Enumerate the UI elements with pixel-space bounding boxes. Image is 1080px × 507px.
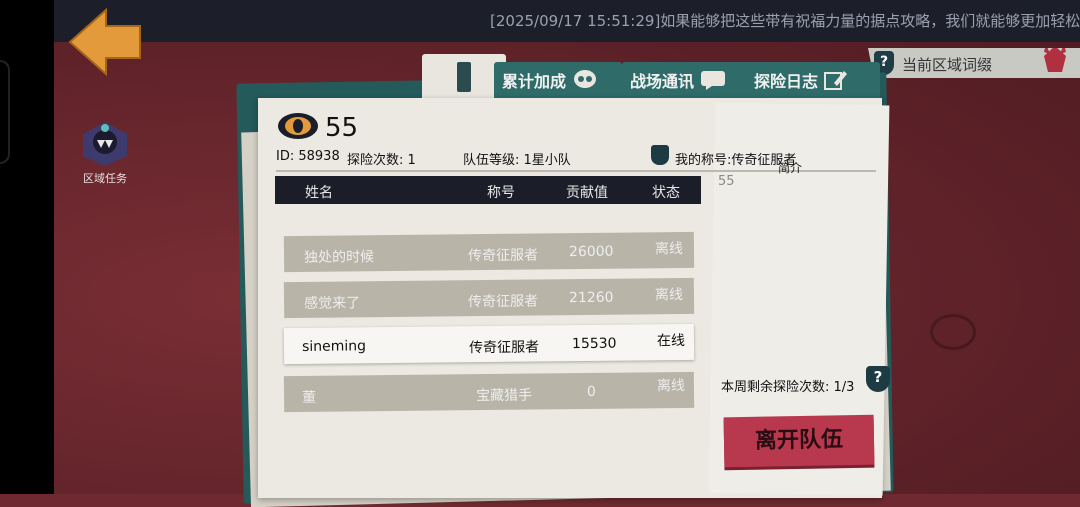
table-row[interactable]: 独处的时候 传奇征服者 26000 离线: [283, 231, 695, 273]
back-arrow-icon[interactable]: [66, 6, 144, 78]
header-title: 称号: [487, 185, 515, 201]
camera-notch: [0, 60, 10, 164]
skull-icon: [574, 70, 597, 88]
eye-icon: [278, 113, 318, 139]
member-status: 离线: [654, 240, 684, 258]
header-name: 姓名: [305, 185, 333, 201]
table-row[interactable]: 董 宝藏猎手 0 离线: [283, 371, 695, 413]
member-status: 离线: [654, 286, 684, 304]
header-contribution: 贡献值: [566, 185, 608, 201]
screen-edge: [0, 0, 54, 494]
region-task-button[interactable]: 区域任务: [76, 120, 134, 186]
map-marker: [930, 314, 976, 350]
member-contribution: 0: [586, 383, 597, 400]
team-rank: 队伍等级: 1星小队: [463, 153, 571, 168]
member-title: 传奇征服者: [467, 247, 539, 265]
region-task-label: 区域任务: [83, 172, 127, 185]
title-badge-icon: [651, 145, 669, 165]
member-status: 在线: [656, 332, 686, 350]
tab-label: 探险日志: [754, 72, 819, 91]
member-name: 董: [301, 389, 317, 406]
intro-text: 55: [718, 174, 735, 189]
header-status: 状态: [652, 185, 680, 201]
team-id: ID: 58938: [276, 149, 340, 164]
member-table-header: 姓名 称号 贡献值 状态: [275, 176, 701, 204]
member-contribution: 26000: [568, 243, 614, 261]
tab-battlefield-comms[interactable]: 战场通讯: [622, 62, 760, 98]
team-level: 55: [325, 113, 359, 143]
member-title: 传奇征服者: [468, 339, 540, 357]
top-bar: [2025/09/17 15:51:29]如果能够把这些带有祝福力量的据点攻略，…: [54, 0, 1080, 42]
tab-label: 战场通讯: [630, 72, 695, 91]
tab-cumulative-bonus[interactable]: 累计加成: [494, 62, 622, 98]
member-title: 宝藏猎手: [475, 387, 533, 405]
region-affix-label: 当前区域词缀: [902, 56, 993, 74]
monster-icon: [83, 122, 127, 166]
news-ticker: [2025/09/17 15:51:29]如果能够把这些带有祝福力量的据点攻略，…: [490, 12, 1080, 30]
pencil-icon: [824, 71, 848, 90]
member-name: 独处的时候: [303, 249, 375, 266]
member-name: sineming: [301, 338, 367, 355]
member-status: 离线: [656, 377, 686, 395]
chat-icon: [701, 71, 726, 90]
table-row[interactable]: sineming 传奇征服者 15530 在线: [283, 323, 695, 365]
table-row[interactable]: 感觉来了 传奇征服者 21260 离线: [283, 277, 695, 319]
weekly-remaining: 本周剩余探险次数: 1/3: [721, 380, 855, 395]
member-contribution: 21260: [568, 289, 614, 307]
region-affix-bar[interactable]: ? 当前区域词缀: [868, 48, 1080, 78]
member-title: 传奇征服者: [467, 293, 539, 311]
tab-label: 累计加成: [502, 72, 567, 91]
member-contribution: 15530: [571, 335, 617, 353]
leave-team-button[interactable]: 离开队伍: [723, 414, 875, 468]
member-name: 感觉来了: [303, 295, 361, 312]
tab-expedition-log[interactable]: 探险日志: [746, 62, 880, 98]
intro-label: 简介: [778, 161, 803, 175]
info-icon: [457, 62, 471, 92]
help-button[interactable]: ?: [866, 366, 890, 392]
expedition-count: 探险次数: 1: [347, 153, 416, 168]
